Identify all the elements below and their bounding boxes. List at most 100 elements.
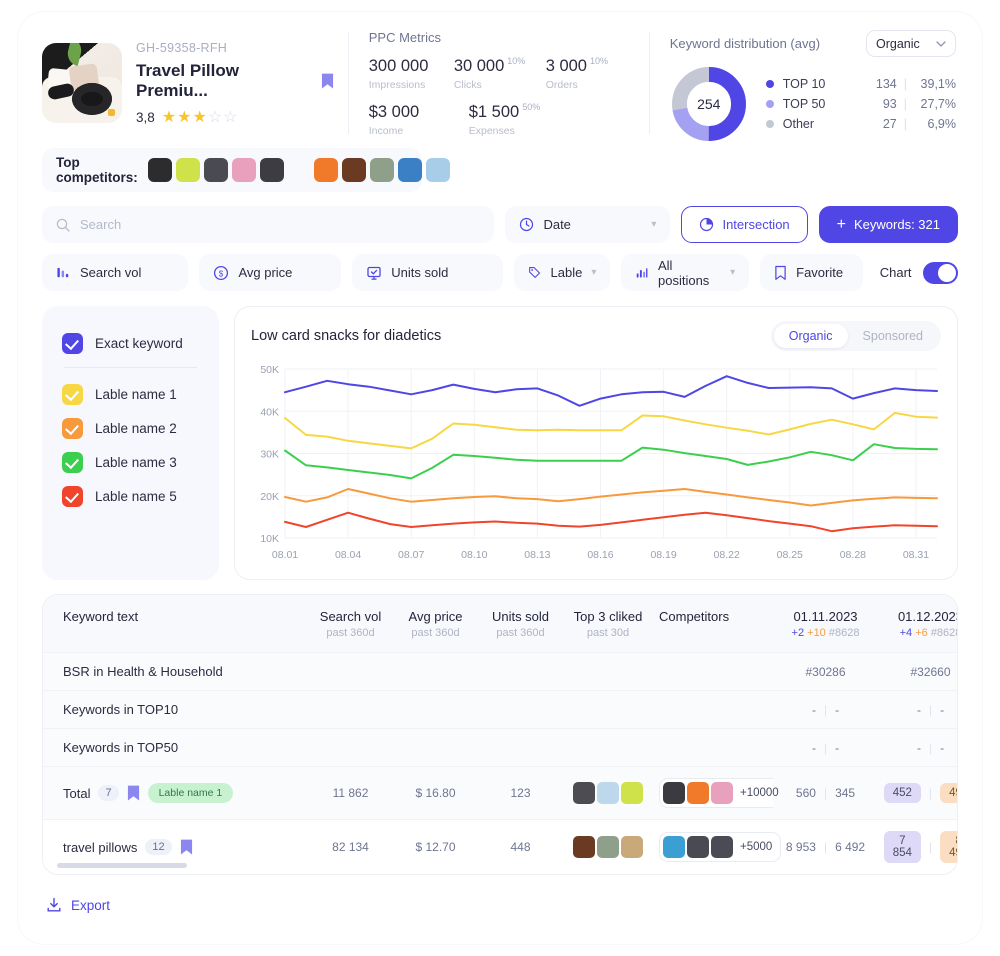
- row-label: Keywords in TOP50: [43, 728, 308, 767]
- checkbox-lable-3[interactable]: [62, 451, 83, 473]
- competitor-more-count: +10000: [740, 787, 779, 799]
- download-icon: [47, 897, 61, 912]
- label-row-exact-keyword[interactable]: Exact keyword: [62, 326, 199, 360]
- date-filter[interactable]: Date ▾: [505, 206, 671, 243]
- label-text: Lable name 2: [95, 420, 177, 436]
- label-row-3[interactable]: Lable name 3: [62, 445, 199, 479]
- svg-text:$: $: [219, 269, 224, 278]
- competitor-thumb[interactable]: [147, 158, 172, 182]
- legend-count: 27: [882, 117, 897, 131]
- legend-row-top10: TOP 10 134 | 39,1%: [765, 74, 956, 94]
- cell-01122023: 223 456|276 459: [878, 875, 958, 876]
- competitor-thumb[interactable]: [369, 158, 394, 182]
- competitor-mini-thumb[interactable]: [663, 782, 685, 804]
- checkbox-lable-5[interactable]: [62, 485, 83, 507]
- bookmark-icon[interactable]: [127, 784, 140, 802]
- cell-search-vol: 134 123: [308, 875, 393, 876]
- add-keywords-button[interactable]: + Keywords: 321: [818, 206, 958, 243]
- label-tag-chip[interactable]: Lable name 1: [147, 783, 234, 803]
- competitor-thumb[interactable]: [175, 158, 200, 182]
- competitor-mini-thumb[interactable]: [711, 782, 733, 804]
- competitor-thumb[interactable]: [425, 158, 450, 182]
- product-mini-thumb[interactable]: [597, 782, 619, 804]
- chart-toggle[interactable]: [922, 261, 958, 284]
- competitor-mini-thumb[interactable]: [687, 782, 709, 804]
- line-chart-plot: 10K 20K 30K 40K 50K 08.01 08.04 08.07 08.10 08.13…: [251, 361, 941, 571]
- th-competitors[interactable]: Competitors: [653, 595, 773, 653]
- units-sold-filter[interactable]: Units sold: [352, 254, 504, 291]
- cell-avg-price: $ 12.70: [393, 819, 478, 874]
- th-keyword-text[interactable]: Keyword text: [43, 595, 308, 653]
- label-row-1[interactable]: Lable name 1: [62, 377, 199, 411]
- tag-icon: [529, 267, 541, 278]
- pie-chart-icon: [700, 217, 714, 232]
- cell-competitors: +230: [653, 875, 773, 876]
- competitor-mini-thumb[interactable]: [687, 836, 709, 858]
- delta-blue: +4: [899, 627, 913, 639]
- avg-price-filter[interactable]: $ Avg price: [199, 254, 342, 291]
- bookmark-icon[interactable]: [180, 838, 193, 856]
- th-search-vol[interactable]: Search vol past 360d: [308, 595, 393, 653]
- bookmark-icon[interactable]: [321, 72, 334, 90]
- product-summary: GH-59358-RFH Travel Pillow Premiu... 3,8…: [42, 28, 348, 138]
- delta-rank: #8628: [828, 627, 860, 639]
- product-mini-thumb[interactable]: [621, 836, 643, 858]
- label-row-5[interactable]: Lable name 5: [62, 479, 199, 513]
- competitor-thumb[interactable]: [203, 158, 228, 182]
- row-label: BSR in Health & Household: [43, 652, 308, 691]
- th-units-sold[interactable]: Units sold past 360d: [478, 595, 563, 653]
- product-mini-thumb[interactable]: [573, 836, 595, 858]
- chevron-down-icon: ▾: [651, 219, 657, 230]
- competitor-thumb[interactable]: [313, 158, 338, 182]
- th-top3-cliked[interactable]: Top 3 cliked past 30d: [563, 595, 653, 653]
- search-input[interactable]: Search: [42, 206, 495, 243]
- svg-text:08.04: 08.04: [335, 549, 361, 561]
- cell-search-vol: 11 862: [308, 766, 393, 820]
- table-row-bsr: BSR in Health & Household #30286 #32660 …: [43, 652, 957, 691]
- chart-toggle-label: Chart: [879, 265, 912, 280]
- intersection-button[interactable]: Intersection: [681, 206, 808, 243]
- competitor-thumb[interactable]: [341, 158, 366, 182]
- metric-pct: 10%: [589, 56, 608, 66]
- checkbox-lable-2[interactable]: [62, 417, 83, 439]
- star-icon: ★: [192, 108, 207, 126]
- search-vol-filter[interactable]: Search vol: [42, 254, 189, 291]
- competitor-thumb[interactable]: [259, 158, 284, 182]
- table-row[interactable]: Total 7 Lable name 1 11 862 $ 16.80 123: [43, 766, 957, 820]
- checkbox-exact-keyword[interactable]: [62, 332, 83, 354]
- label-text: Lable name 3: [95, 454, 177, 470]
- keyword-label: Total: [63, 785, 91, 801]
- product-mini-thumb[interactable]: [621, 782, 643, 804]
- product-mini-thumb[interactable]: [573, 782, 595, 804]
- label-row-2[interactable]: Lable name 2: [62, 411, 199, 445]
- chart-section: Exact keyword Lable name 1 Lable name 2 …: [42, 306, 958, 580]
- lable-filter[interactable]: Lable ▾: [514, 254, 611, 291]
- svg-text:40K: 40K: [260, 406, 279, 418]
- th-delta-group: +4 +6 #8628: [884, 627, 957, 639]
- value-chip-orange: 8 493: [940, 831, 957, 863]
- metric-value: $1 500: [468, 103, 520, 121]
- table-row[interactable]: neck pillows 9 134 123 $ 24.50 822: [43, 875, 958, 876]
- tab-organic[interactable]: Organic: [773, 324, 848, 348]
- all-positions-filter[interactable]: All positions ▾: [621, 254, 750, 291]
- cell-units-sold: 123: [478, 766, 563, 820]
- metric-value: 3 000: [545, 57, 587, 75]
- svg-text:08.22: 08.22: [714, 549, 740, 561]
- svg-text:50K: 50K: [260, 364, 279, 376]
- product-mini-thumb[interactable]: [597, 836, 619, 858]
- competitor-mini-thumb[interactable]: [711, 836, 733, 858]
- competitor-mini-thumb[interactable]: [663, 836, 685, 858]
- cell-01122023: 452|493: [878, 766, 957, 820]
- competitor-thumb[interactable]: [397, 158, 422, 182]
- th-date-01-12-2023[interactable]: 01.12.2023 +4 +6 #8628: [878, 595, 957, 653]
- checkbox-lable-1[interactable]: [62, 383, 83, 405]
- th-avg-price[interactable]: Avg price past 360d: [393, 595, 478, 653]
- svg-text:08.19: 08.19: [650, 549, 676, 561]
- competitor-thumb[interactable]: [231, 158, 256, 182]
- favorite-filter[interactable]: Favorite: [760, 254, 863, 291]
- th-date-01-11-2023[interactable]: 01.11.2023 +2 +10 #8628: [773, 595, 878, 653]
- export-button[interactable]: Export: [46, 897, 958, 913]
- keyword-type-dropdown[interactable]: Organic: [866, 30, 956, 57]
- tab-sponsored[interactable]: Sponsored: [848, 324, 938, 348]
- horizontal-scrollbar[interactable]: [57, 863, 187, 868]
